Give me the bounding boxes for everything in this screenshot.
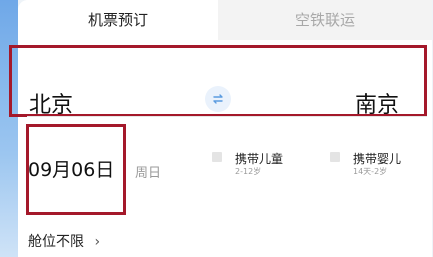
chevron-right-icon: › — [94, 234, 101, 250]
tab-air-rail[interactable]: 空铁联运 — [218, 0, 432, 40]
route-divider — [27, 116, 427, 117]
child-age-range: 2-12岁 — [235, 167, 262, 176]
swap-arrows-icon — [211, 90, 225, 109]
infant-age-range: 14天-2岁 — [353, 167, 388, 176]
infant-label: 携带婴儿 — [353, 152, 402, 166]
cabin-class-selector[interactable]: 舱位不限 › — [28, 231, 100, 251]
departure-weekday: 周日 — [135, 166, 162, 181]
cabin-class-label: 舱位不限 — [28, 234, 84, 250]
child-label: 携带儿童 — [235, 152, 284, 166]
arrival-city[interactable]: 南京 — [355, 87, 399, 119]
tab-flight-booking[interactable]: 机票预订 — [18, 0, 218, 40]
departure-date[interactable]: 09月06日 — [28, 155, 114, 182]
departure-city[interactable]: 北京 — [29, 87, 73, 119]
child-checkbox[interactable] — [212, 152, 222, 162]
swap-cities-button[interactable] — [205, 86, 231, 112]
booking-tabs: 机票预订 空铁联运 — [18, 0, 432, 40]
infant-checkbox[interactable] — [330, 152, 340, 162]
background-strip — [0, 0, 18, 257]
